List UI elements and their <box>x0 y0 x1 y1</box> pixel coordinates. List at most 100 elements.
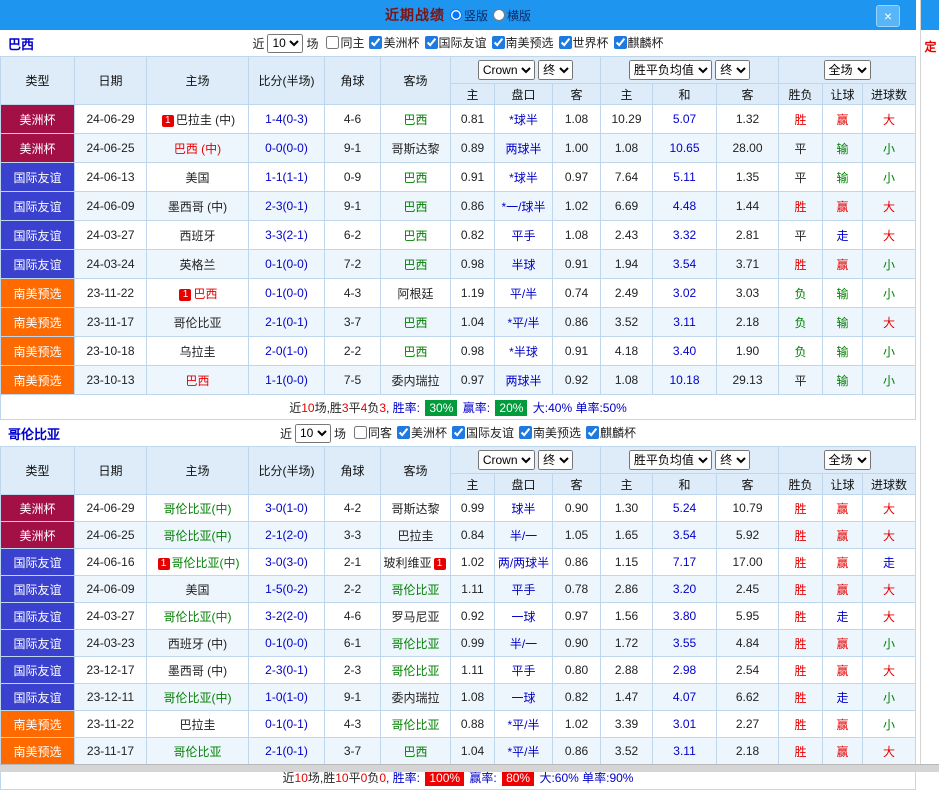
away-team-cell[interactable]: 巴西 <box>380 737 451 765</box>
result-flag: 胜 <box>778 656 824 684</box>
filter-checkbox[interactable] <box>613 36 627 49</box>
wdl-final-select[interactable]: 终 <box>715 60 751 80</box>
home-team-cell[interactable]: 哥伦比亚(中) <box>146 683 249 711</box>
filter-麒麟杯[interactable]: 麒麟杯 <box>613 34 664 51</box>
filter-checkbox[interactable] <box>452 426 465 439</box>
filter-checkbox[interactable] <box>396 426 410 439</box>
away-team-cell[interactable]: 哥伦比亚 <box>380 575 451 603</box>
filter-checkbox[interactable] <box>424 36 438 49</box>
home-team-cell[interactable]: 哥伦比亚(中) <box>146 602 249 630</box>
away-team-cell[interactable]: 巴拉圭 <box>380 521 451 549</box>
away-team-cell[interactable]: 罗马尼亚 <box>380 602 451 630</box>
filter-checkbox[interactable] <box>558 36 572 49</box>
fulltime-select[interactable]: 全场 <box>823 450 871 470</box>
match-row: 美洲杯 24-06-25 哥伦比亚(中) 2-1(2-0) 3-3 巴拉圭 0.84 半/一 1… <box>0 521 917 549</box>
away-team-cell[interactable]: 巴西 <box>380 307 451 337</box>
competition-type: 国际友谊 <box>0 162 75 192</box>
filter-同主[interactable]: 同主 <box>326 34 364 51</box>
away-team-cell[interactable]: 哥伦比亚 <box>380 656 451 684</box>
home-team-cell[interactable]: 美国 <box>146 162 249 192</box>
filter-国际友谊[interactable]: 国际友谊 <box>452 424 514 441</box>
away-team-cell[interactable]: 巴西 <box>380 162 451 192</box>
summary-segment: 场,胜 <box>307 770 336 785</box>
filter-label: 麒麟杯 <box>600 426 637 440</box>
home-team-cell[interactable]: 西班牙 <box>146 220 249 250</box>
games-count-select[interactable]: 10 <box>267 33 304 53</box>
home-team-cell[interactable]: 墨西哥 (中) <box>146 656 249 684</box>
match-date: 23-12-11 <box>74 683 147 711</box>
home-team-cell[interactable]: 西班牙 (中) <box>146 629 249 657</box>
home-team-cell[interactable]: 哥伦比亚(中) <box>146 494 249 522</box>
team-section-colombia: 哥伦比亚 近 10 场 同客 美洲杯 国际友谊 南美预选 麒麟杯 类型 日期 主… <box>0 420 917 790</box>
handicap-result-flag: 走 <box>822 683 864 711</box>
home-team-cell[interactable]: 1 哥伦比亚(中) <box>146 548 249 576</box>
away-team-cell[interactable]: 阿根廷 <box>380 278 451 308</box>
filter-label: 同主 <box>340 36 365 50</box>
away-team-cell[interactable]: 哥斯达黎 <box>380 494 451 522</box>
background-text: 定 <box>924 40 937 54</box>
away-team-cell[interactable]: 巴西 <box>380 220 451 250</box>
away-team-cell[interactable]: 委内瑞拉 <box>380 365 451 395</box>
horizontal-radio[interactable] <box>493 9 505 21</box>
home-team-cell[interactable]: 乌拉圭 <box>146 336 249 366</box>
filter-checkbox[interactable] <box>353 426 367 439</box>
filter-南美预选[interactable]: 南美预选 <box>491 34 554 51</box>
filter-checkbox[interactable] <box>326 36 340 49</box>
home-team-cell[interactable]: 巴拉圭 <box>146 710 249 738</box>
home-team-cell[interactable]: 墨西哥 (中) <box>146 191 249 221</box>
filter-世界杯[interactable]: 世界杯 <box>558 34 609 51</box>
score: 2-1(0-1) <box>248 737 325 765</box>
away-team-cell[interactable]: 哥伦比亚 <box>380 629 451 657</box>
home-team-cell[interactable]: 哥伦比亚(中) <box>146 521 249 549</box>
bookmaker-select[interactable]: Crown <box>477 450 535 470</box>
away-team-cell[interactable]: 委内瑞拉 <box>380 683 451 711</box>
layout-vertical-option[interactable]: 竖版 <box>449 7 488 24</box>
euro-away-odds: 1.44 <box>716 191 780 221</box>
euro-draw-odds: 7.17 <box>652 548 718 576</box>
home-team-cell[interactable]: 哥伦比亚 <box>146 307 249 337</box>
wdl-final-select[interactable]: 终 <box>715 450 751 470</box>
away-team-cell[interactable]: 巴西 <box>380 336 451 366</box>
away-team-cell[interactable]: 玻利维亚 1 <box>380 548 451 576</box>
filter-美洲杯[interactable]: 美洲杯 <box>369 34 420 51</box>
match-row: 国际友谊 23-12-17 墨西哥 (中) 2-3(0-1) 2-3 哥伦比亚 1.11 平手… <box>0 656 917 684</box>
away-team-cell[interactable]: 巴西 <box>380 191 451 221</box>
games-count-select[interactable]: 10 <box>294 423 331 443</box>
goals-result-flag: 小 <box>862 365 917 395</box>
corner-count: 4-2 <box>324 494 381 522</box>
away-team-cell[interactable]: 哥伦比亚 <box>380 710 451 738</box>
filter-麒麟杯[interactable]: 麒麟杯 <box>586 424 636 441</box>
home-team-cell[interactable]: 美国 <box>146 575 249 603</box>
odds-mean-select[interactable]: 胜平负均值 <box>628 450 712 470</box>
result-flag: 胜 <box>778 191 824 221</box>
filter-国际友谊[interactable]: 国际友谊 <box>424 34 487 51</box>
filter-checkbox[interactable] <box>369 36 383 49</box>
filter-南美预选[interactable]: 南美预选 <box>519 424 581 441</box>
home-team-cell[interactable]: 巴西 (中) <box>146 133 249 163</box>
odds-mean-select[interactable]: 胜平负均值 <box>628 60 712 80</box>
home-team-cell[interactable]: 1 巴拉圭 (中) <box>146 104 249 134</box>
home-team-cell[interactable]: 哥伦比亚 <box>146 737 249 765</box>
handicap-final-select[interactable]: 终 <box>538 60 574 80</box>
fulltime-select[interactable]: 全场 <box>823 60 871 80</box>
away-team-cell[interactable]: 巴西 <box>380 249 451 279</box>
filter-checkbox[interactable] <box>586 426 600 439</box>
bookmaker-select[interactable]: Crown <box>477 60 535 80</box>
away-team-cell[interactable]: 哥斯达黎 <box>380 133 451 163</box>
away-team-cell[interactable]: 巴西 <box>380 104 451 134</box>
euro-away-odds: 5.95 <box>716 602 780 630</box>
home-team-cell[interactable]: 巴西 <box>146 365 249 395</box>
filter-checkbox[interactable] <box>519 426 533 439</box>
filter-美洲杯[interactable]: 美洲杯 <box>396 424 447 441</box>
filter-同客[interactable]: 同客 <box>353 424 392 441</box>
close-icon[interactable]: × <box>876 5 900 27</box>
euro-draw-odds: 3.54 <box>652 521 718 549</box>
vertical-radio[interactable] <box>449 9 462 21</box>
home-team-cell[interactable]: 1 巴西 <box>146 278 249 308</box>
home-team-cell[interactable]: 英格兰 <box>146 249 249 279</box>
euro-home-odds: 1.56 <box>600 602 654 630</box>
handicap-final-select[interactable]: 终 <box>538 450 574 470</box>
filter-checkbox[interactable] <box>491 36 505 49</box>
asian-handicap-line: 半/一 <box>494 629 553 657</box>
layout-horizontal-option[interactable]: 横版 <box>493 7 531 24</box>
